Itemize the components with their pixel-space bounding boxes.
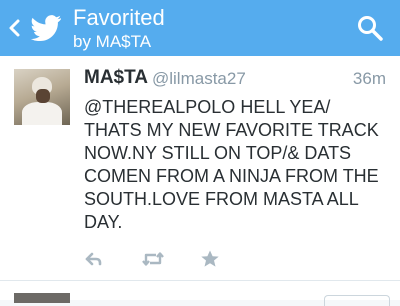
avatar-face-shape xyxy=(36,89,50,103)
retweet-icon[interactable] xyxy=(141,249,165,269)
next-tweet-row[interactable] xyxy=(0,281,400,306)
avatar[interactable] xyxy=(14,69,70,125)
reply-icon[interactable] xyxy=(84,249,104,269)
author-handle[interactable]: @lilmasta27 xyxy=(152,68,246,90)
title-block: Favorited by MA$TA xyxy=(73,5,165,52)
twitter-bird-icon[interactable] xyxy=(30,15,62,41)
author-name[interactable]: MA$TA xyxy=(84,67,148,89)
page-subtitle: by MA$TA xyxy=(73,32,152,51)
top-app-bar: Favorited by MA$TA xyxy=(0,0,400,56)
avatar-body-shape xyxy=(22,102,62,125)
tweet-card[interactable]: MA$TA @lilmasta27 36m @THEREALPOLO HELL … xyxy=(0,56,400,281)
next-tweet-follow-button[interactable] xyxy=(324,295,390,306)
favorite-star-icon[interactable] xyxy=(200,249,220,269)
back-chevron-icon[interactable] xyxy=(6,17,24,39)
tweet-timestamp: 36m xyxy=(352,69,386,88)
tweet-text: @THEREALPOLO HELL YEA/ THATS MY NEW FAVO… xyxy=(84,97,379,232)
search-icon[interactable] xyxy=(356,14,384,42)
page-title: Favorited xyxy=(73,5,165,30)
next-tweet-avatar[interactable] xyxy=(14,293,70,303)
